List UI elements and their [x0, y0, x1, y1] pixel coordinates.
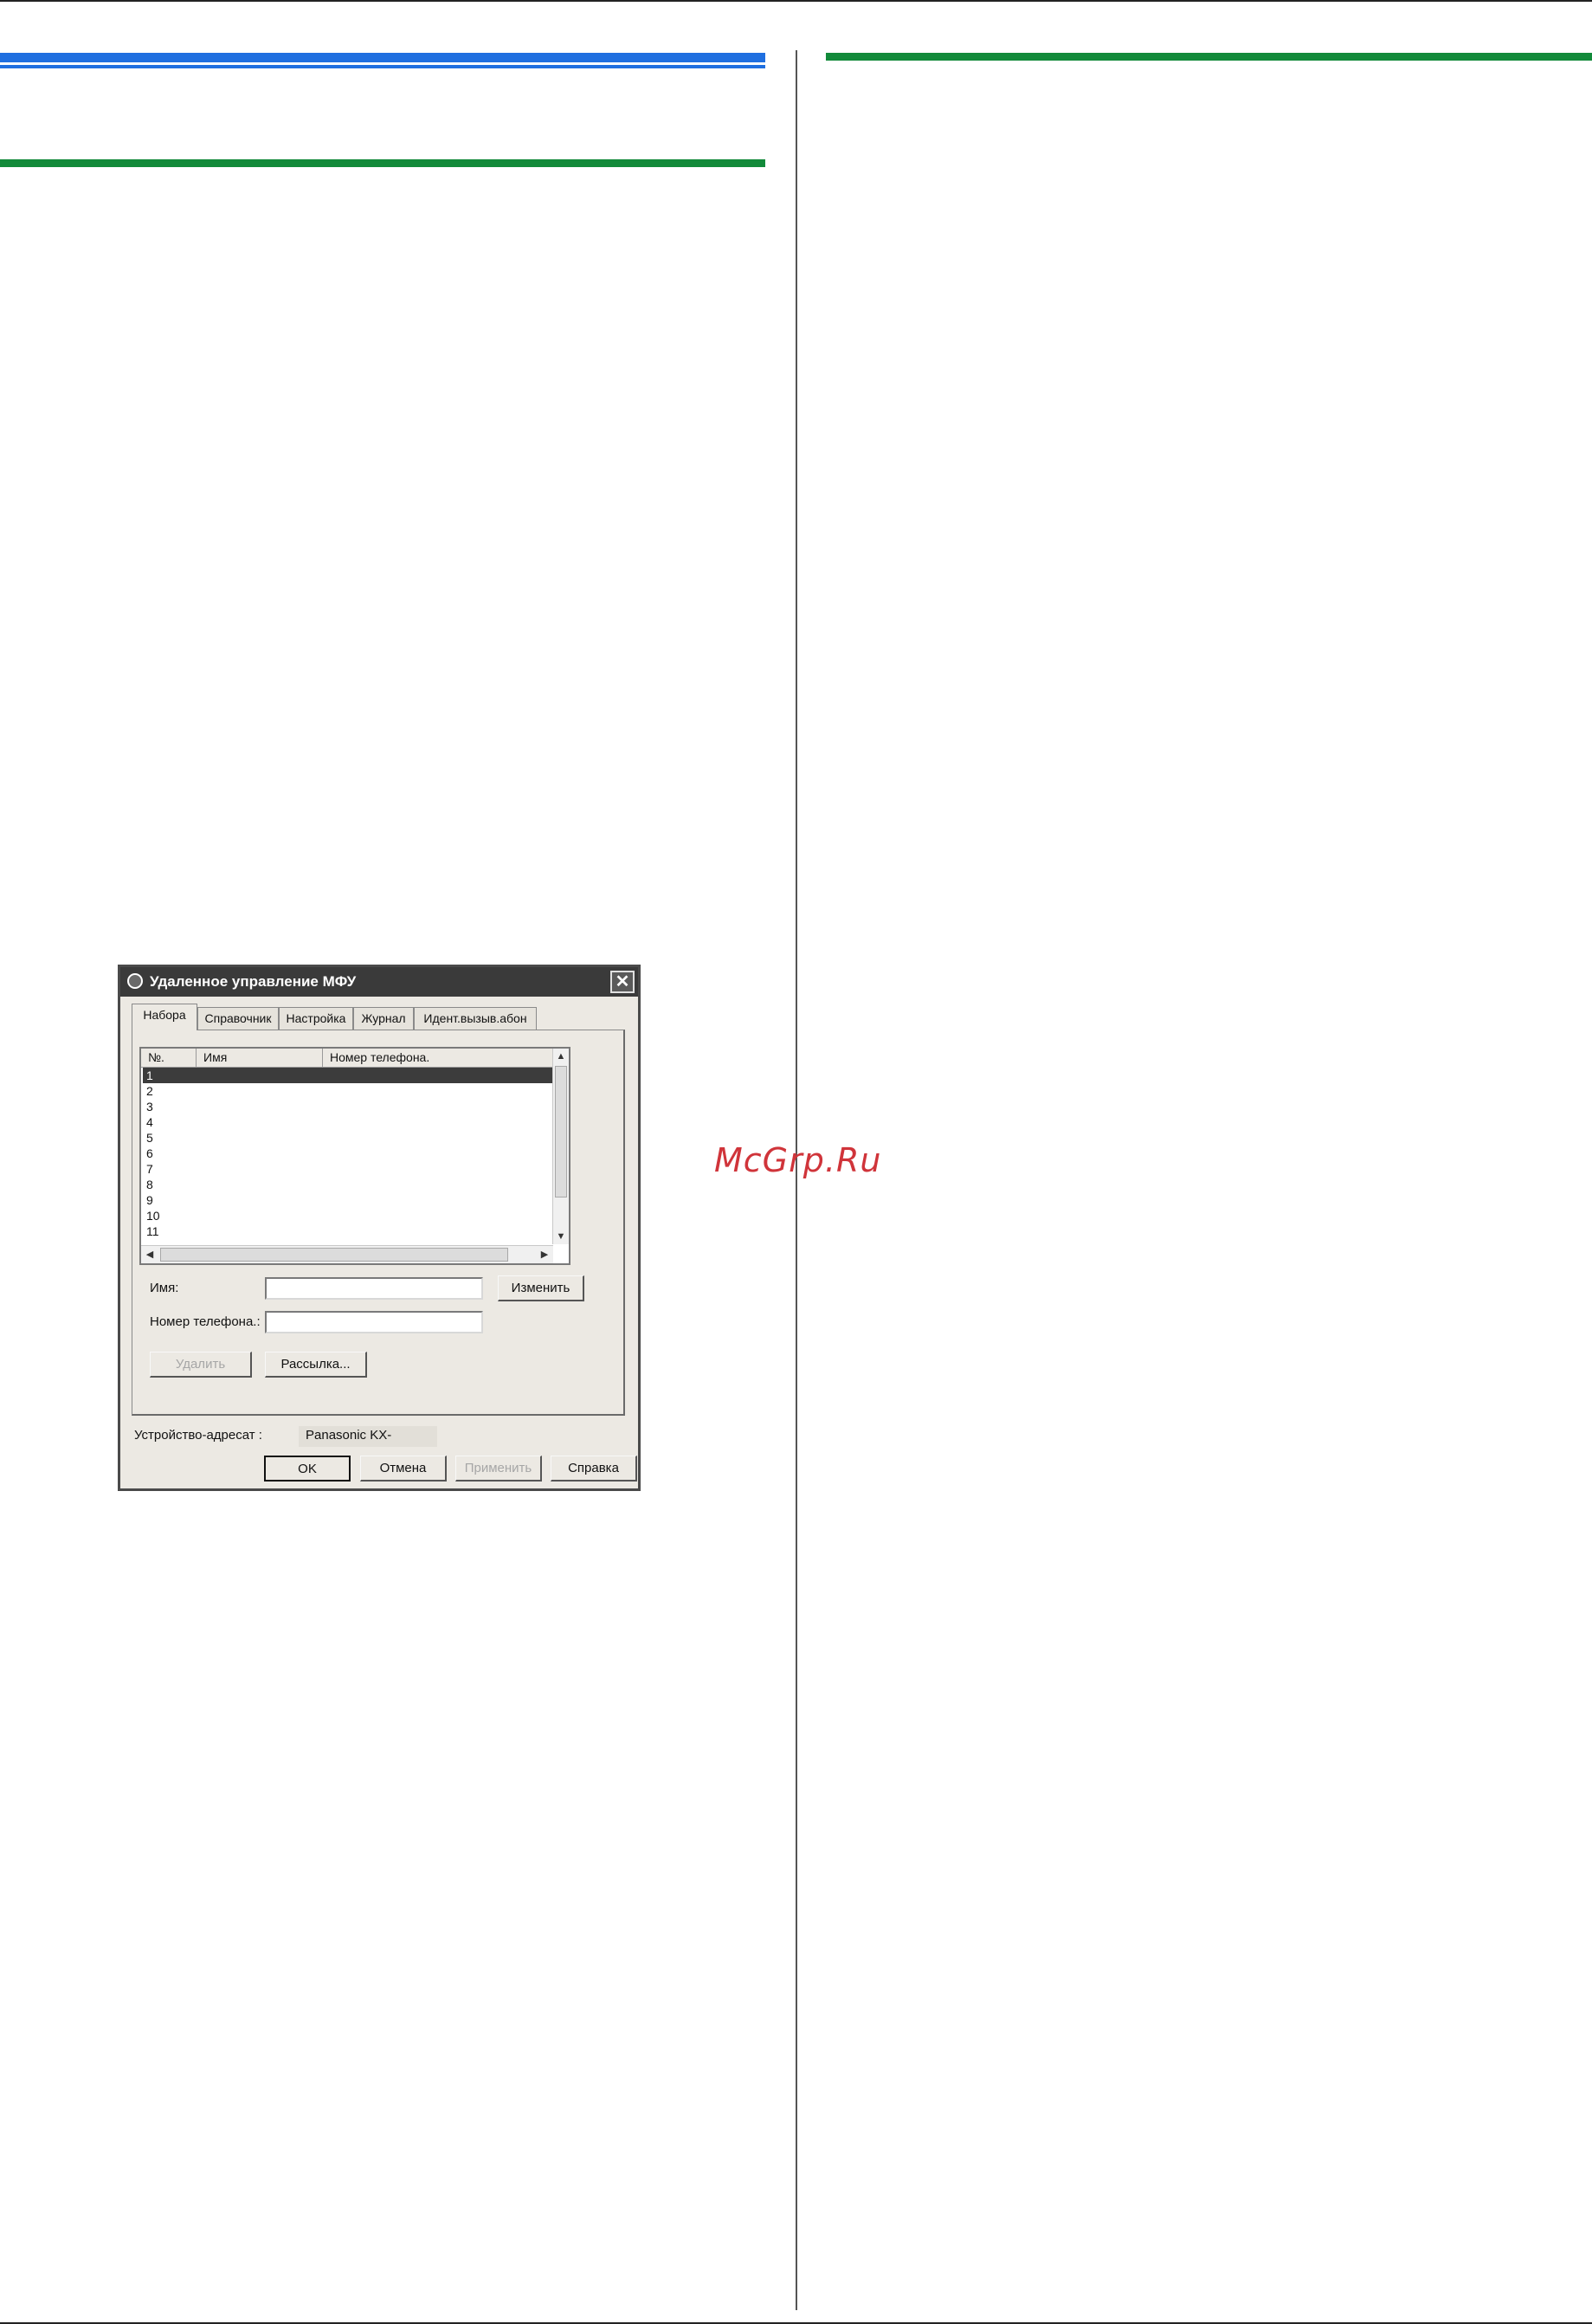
remote-control-dialog: Удаленное управление МФУ ✕ Набора Справо… [118, 965, 641, 1491]
list-item[interactable]: 10 [143, 1208, 553, 1223]
list-item[interactable]: 2 [143, 1083, 553, 1099]
help-button[interactable]: Справка [551, 1456, 637, 1482]
ok-button[interactable]: OK [264, 1456, 351, 1482]
vertical-scrollbar[interactable]: ▲ ▼ [552, 1049, 569, 1244]
broadcast-button[interactable]: Рассылка... [265, 1352, 367, 1378]
target-device-value: Panasonic KX- [306, 1428, 392, 1443]
change-button[interactable]: Изменить [498, 1275, 584, 1301]
column-divider [796, 50, 797, 2310]
scroll-thumb[interactable] [160, 1248, 508, 1262]
column-header-phone[interactable]: Номер телефона. [323, 1049, 553, 1068]
list-item[interactable]: 11 [143, 1223, 553, 1239]
column-header-number[interactable]: №. [141, 1049, 197, 1068]
section-bar-green-left [0, 159, 765, 167]
app-icon [127, 973, 143, 989]
list-item[interactable]: 4 [143, 1114, 553, 1130]
scroll-thumb[interactable] [555, 1066, 567, 1198]
phone-field[interactable] [265, 1311, 483, 1333]
scroll-right-icon[interactable]: ▶ [536, 1246, 553, 1263]
tab-dialing[interactable]: Набора [132, 1004, 197, 1030]
column-header-name[interactable]: Имя [197, 1049, 323, 1068]
list-item[interactable]: 8 [143, 1177, 553, 1192]
list-item[interactable]: 3 [143, 1099, 553, 1114]
section-bar-blue [0, 53, 765, 62]
speed-dial-list[interactable]: №. Имя Номер телефона. 1 2 3 4 5 6 7 8 9… [139, 1047, 570, 1265]
scroll-down-icon[interactable]: ▼ [553, 1229, 569, 1244]
scroll-up-icon[interactable]: ▲ [553, 1049, 569, 1064]
delete-button[interactable]: Удалить [150, 1352, 252, 1378]
apply-button[interactable]: Применить [455, 1456, 542, 1482]
tab-phonebook[interactable]: Справочник [197, 1007, 279, 1030]
dialog-titlebar[interactable]: Удаленное управление МФУ ✕ [120, 967, 638, 997]
list-item[interactable]: 1 [143, 1068, 553, 1083]
section-bar-blue-thin [0, 65, 765, 68]
watermark: McGrp.Ru [714, 1141, 882, 1179]
target-device-label: Устройство-адресат : [134, 1428, 262, 1443]
name-field[interactable] [265, 1277, 483, 1300]
tab-caller-id[interactable]: Идент.вызыв.абон [414, 1007, 537, 1030]
list-item[interactable]: 9 [143, 1192, 553, 1208]
horizontal-scrollbar[interactable]: ◀ ▶ [141, 1245, 553, 1263]
top-rule [0, 0, 1592, 2]
close-icon[interactable]: ✕ [610, 971, 635, 993]
list-item[interactable]: 5 [143, 1130, 553, 1146]
dialog-title: Удаленное управление МФУ [150, 973, 357, 990]
name-label: Имя: [150, 1281, 179, 1295]
list-item[interactable]: 7 [143, 1161, 553, 1177]
phone-label: Номер телефона.: [150, 1314, 261, 1329]
section-bar-green-right [826, 53, 1592, 61]
tab-settings[interactable]: Настройка [279, 1007, 353, 1030]
scroll-left-icon[interactable]: ◀ [141, 1246, 158, 1263]
tab-journal[interactable]: Журнал [353, 1007, 414, 1030]
list-item[interactable]: 6 [143, 1146, 553, 1161]
cancel-button[interactable]: Отмена [360, 1456, 447, 1482]
